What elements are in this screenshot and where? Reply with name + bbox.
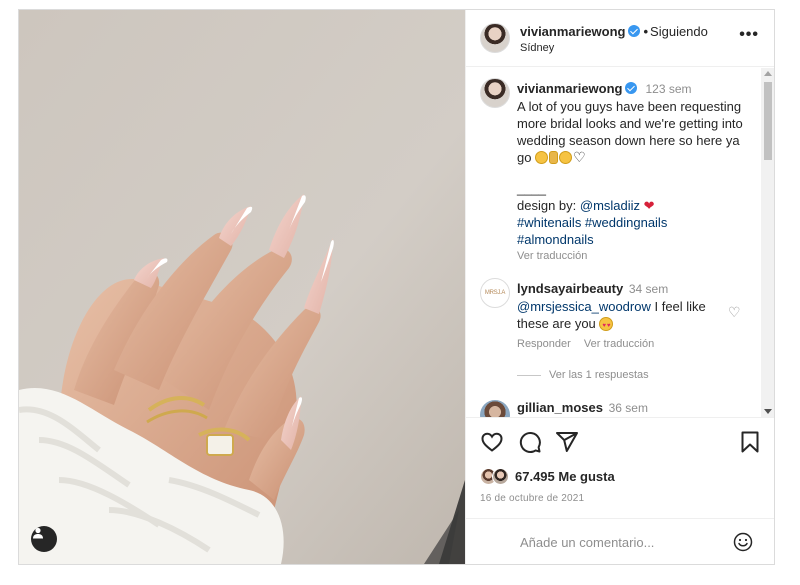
replies-line <box>517 374 541 376</box>
reply-link[interactable]: Responder <box>517 338 571 350</box>
following-button[interactable]: Siguiendo <box>650 24 708 39</box>
comment-like-heart-icon[interactable]: ♡ <box>728 304 741 321</box>
see-translation-link[interactable]: Ver traducción <box>517 248 752 265</box>
save-bookmark-icon[interactable] <box>738 430 762 454</box>
comment-composer <box>466 518 774 564</box>
comment-translation-link[interactable]: Ver traducción <box>584 338 654 350</box>
likes-summary[interactable]: 67.495 Me gusta <box>480 468 615 485</box>
comment: lyndsayairbeauty 34 sem @mrsjessica_wood… <box>517 280 727 335</box>
comment-time[interactable]: 36 sem <box>609 401 648 415</box>
comment-time[interactable]: 34 sem <box>629 282 668 296</box>
hand-nails-illustration <box>19 10 465 564</box>
emoji-face-icon <box>535 151 549 164</box>
like-heart-icon[interactable] <box>480 430 504 454</box>
commenter-avatar-text: MRSJ.A <box>484 290 506 296</box>
post-header: vivianmariewong • Siguiendo Sídney ••• <box>466 10 774 67</box>
view-replies-label: Ver las 1 respuestas <box>549 369 649 381</box>
verified-badge-icon <box>625 82 638 94</box>
liker-avatar <box>492 468 509 485</box>
caption-avatar[interactable] <box>480 78 510 108</box>
verified-badge-icon <box>628 25 641 37</box>
post-photo[interactable] <box>19 10 465 564</box>
designer-mention[interactable]: @msladiiz <box>580 198 640 213</box>
heart-eyes-emoji-icon <box>599 317 614 335</box>
comments-list[interactable]: vivianmariewong 123 sem A lot of you guys… <box>466 68 774 417</box>
share-send-icon[interactable] <box>555 430 579 454</box>
bulb-emoji-icon <box>549 151 559 164</box>
hashtags-line-2[interactable]: #almondnails <box>517 231 752 248</box>
comment-mention[interactable]: @mrsjessica_woodrow <box>517 299 651 314</box>
separator-dot: • <box>643 24 649 39</box>
hashtags-line-1[interactable]: #whitenails #weddingnails <box>517 214 752 231</box>
comment: gillian_moses 36 sem <box>517 400 648 415</box>
post-date[interactable]: 16 de octubre de 2021 <box>480 493 584 504</box>
scroll-down-arrow-icon[interactable] <box>764 409 772 414</box>
scrollbar-thumb[interactable] <box>764 82 772 160</box>
more-options-icon[interactable]: ••• <box>739 27 759 43</box>
caption-username[interactable]: vivianmariewong <box>517 81 622 96</box>
caption-time[interactable]: 123 sem <box>645 82 691 96</box>
emoji-picker-icon[interactable] <box>733 532 753 552</box>
user-icon <box>33 527 43 539</box>
commenter-avatar[interactable] <box>480 400 510 417</box>
comment-username[interactable]: gillian_moses <box>517 400 603 415</box>
add-comment-input[interactable] <box>520 531 720 553</box>
comments-scrollbar[interactable] <box>761 68 774 417</box>
comment-actions: Responder Ver traducción <box>517 338 664 350</box>
view-replies-link[interactable]: Ver las 1 respuestas <box>517 369 649 381</box>
action-bar: 67.495 Me gusta 16 de octubre de 2021 <box>466 417 774 564</box>
author-avatar[interactable] <box>480 23 510 53</box>
red-heart-emoji-icon: ❤ <box>643 198 655 213</box>
post-card: vivianmariewong • Siguiendo Sídney ••• viv… <box>18 9 775 565</box>
commenter-avatar[interactable]: MRSJ.A <box>480 278 510 308</box>
author-username[interactable]: vivianmariewong <box>520 24 625 39</box>
comment-username[interactable]: lyndsayairbeauty <box>517 281 623 296</box>
comment-bubble-icon[interactable] <box>518 430 542 454</box>
grin-emoji-icon <box>559 151 573 164</box>
scroll-up-arrow-icon[interactable] <box>764 71 772 76</box>
likes-count[interactable]: 67.495 Me gusta <box>515 469 615 484</box>
tagged-users-button[interactable] <box>31 526 57 552</box>
location-link[interactable]: Sídney <box>520 42 554 54</box>
white-heart-emoji-icon: ♡ <box>573 149 586 165</box>
post-sidebar: vivianmariewong • Siguiendo Sídney ••• viv… <box>465 10 774 564</box>
caption-divider: ____ <box>517 181 546 196</box>
design-by-label: design by: <box>517 198 577 213</box>
